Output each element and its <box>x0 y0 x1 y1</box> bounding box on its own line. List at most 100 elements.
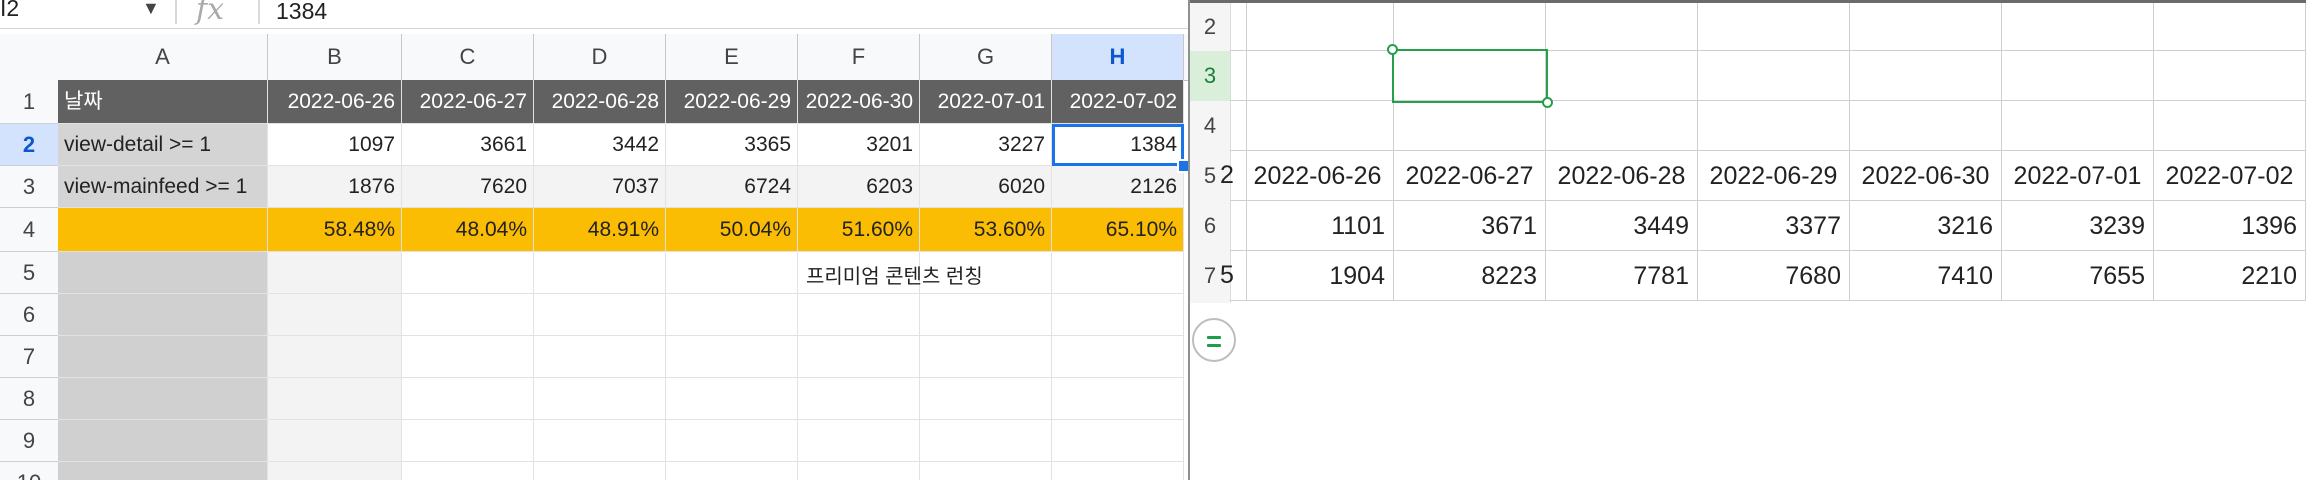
column-header-d[interactable]: D <box>534 34 666 80</box>
empty-cell[interactable] <box>268 462 402 480</box>
column-header-c[interactable]: C <box>402 34 534 80</box>
date-header-cell[interactable]: 2022-06-29 <box>1698 151 1850 201</box>
empty-cell[interactable] <box>666 462 798 480</box>
empty-cell[interactable] <box>2154 51 2306 101</box>
value-cell[interactable]: 1396 <box>2154 201 2306 251</box>
band-cell[interactable] <box>58 208 268 252</box>
date-header-cell[interactable]: 2022-06-28 <box>1546 151 1698 201</box>
empty-cell[interactable] <box>402 252 534 294</box>
row-header-3[interactable]: 3 <box>1190 51 1230 101</box>
empty-cell[interactable] <box>58 336 268 378</box>
value-cell[interactable]: 7620 <box>402 166 534 208</box>
value-cell[interactable]: 1097 <box>268 124 402 166</box>
date-header-cell[interactable]: 2022-06-29 <box>666 80 798 124</box>
empty-cell[interactable] <box>58 294 268 336</box>
date-header-cell[interactable]: 2022-06-27 <box>402 80 534 124</box>
row-header-4[interactable]: 4 <box>0 208 58 252</box>
empty-cell[interactable] <box>1052 336 1184 378</box>
row-header-7[interactable]: 7 <box>0 336 58 378</box>
empty-cell[interactable] <box>920 420 1052 462</box>
empty-cell[interactable] <box>666 336 798 378</box>
value-cell[interactable]: 3377 <box>1698 201 1850 251</box>
fill-handle[interactable] <box>1177 159 1188 173</box>
percent-cell[interactable]: 53.60% <box>920 208 1052 252</box>
date-header-cell[interactable]: 2022-06-26 <box>268 80 402 124</box>
empty-cell[interactable] <box>534 252 666 294</box>
empty-cell[interactable] <box>2154 3 2306 51</box>
value-cell[interactable]: 2126 <box>1052 166 1184 208</box>
empty-cell[interactable] <box>2154 101 2306 151</box>
empty-cell[interactable] <box>1242 51 1394 101</box>
value-cell[interactable]: 6724 <box>666 166 798 208</box>
empty-cell[interactable] <box>666 252 798 294</box>
value-cell[interactable]: 3201 <box>798 124 920 166</box>
value-cell[interactable]: 6203 <box>798 166 920 208</box>
empty-cell[interactable] <box>920 378 1052 420</box>
empty-cell[interactable] <box>402 462 534 480</box>
equals-icon[interactable] <box>1192 318 1236 362</box>
row-header-4[interactable]: 4 <box>1190 101 1230 151</box>
date-header-cell[interactable]: 2022-06-27 <box>1394 151 1546 201</box>
value-cell[interactable]: 3449 <box>1546 201 1698 251</box>
value-cell[interactable]: 3216 <box>1850 201 2002 251</box>
empty-cell[interactable] <box>2002 51 2154 101</box>
value-cell[interactable]: 1876 <box>268 166 402 208</box>
empty-cell[interactable] <box>1394 101 1546 151</box>
empty-cell[interactable] <box>1052 252 1184 294</box>
empty-cell[interactable] <box>1850 3 2002 51</box>
empty-cell[interactable] <box>798 378 920 420</box>
row-header-2[interactable]: 2 <box>0 124 58 166</box>
percent-cell[interactable]: 48.91% <box>534 208 666 252</box>
empty-cell[interactable] <box>58 420 268 462</box>
name-box[interactable]: I2 ▼ <box>0 0 160 28</box>
empty-cell[interactable] <box>1052 294 1184 336</box>
column-header-a[interactable]: A <box>58 34 268 80</box>
empty-cell[interactable] <box>1394 3 1546 51</box>
date-header-cell[interactable]: 2022-06-30 <box>1850 151 2002 201</box>
value-cell[interactable]: 3227 <box>920 124 1052 166</box>
empty-cell[interactable] <box>58 462 268 480</box>
empty-cell[interactable] <box>534 420 666 462</box>
empty-cell[interactable] <box>534 336 666 378</box>
row-header-8[interactable]: 8 <box>0 378 58 420</box>
empty-cell[interactable] <box>58 378 268 420</box>
column-header-h[interactable]: H <box>1052 34 1184 80</box>
empty-cell[interactable] <box>666 378 798 420</box>
column-header-e[interactable]: E <box>666 34 798 80</box>
cell-grid[interactable]: 2022-06-26 2022-06-27 2022-06-28 2022-06-29… <box>1220 3 2306 303</box>
value-cell[interactable]: 3671 <box>1394 201 1546 251</box>
empty-cell[interactable] <box>268 252 402 294</box>
cell-grid[interactable]: 날짜 2022-06-26 2022-06-27 2022-06-28 2022-06-… <box>58 80 1188 480</box>
header-label-cell[interactable]: 날짜 <box>58 80 268 124</box>
empty-cell[interactable] <box>58 252 268 294</box>
empty-cell[interactable] <box>534 378 666 420</box>
empty-cell[interactable] <box>268 378 402 420</box>
row-label-cell[interactable]: view-detail >= 1 <box>58 124 268 166</box>
date-header-cell[interactable]: 2022-07-01 <box>920 80 1052 124</box>
date-header-cell[interactable]: 2022-07-02 <box>2154 151 2306 201</box>
empty-cell[interactable] <box>1242 3 1394 51</box>
empty-cell[interactable] <box>798 420 920 462</box>
row-header-1[interactable]: 1 <box>0 80 58 124</box>
empty-cell[interactable] <box>268 336 402 378</box>
empty-cell[interactable] <box>1052 420 1184 462</box>
percent-cell[interactable]: 65.10% <box>1052 208 1184 252</box>
value-cell[interactable]: 1101 <box>1242 201 1394 251</box>
row-header-5[interactable]: 5 <box>0 252 58 294</box>
row-header-2[interactable]: 2 <box>1190 3 1230 51</box>
row-header-6[interactable]: 6 <box>1190 201 1230 251</box>
empty-cell[interactable] <box>1242 101 1394 151</box>
date-header-cell[interactable]: 2022-06-30 <box>798 80 920 124</box>
value-cell[interactable]: 7781 <box>1546 251 1698 301</box>
percent-cell[interactable]: 58.48% <box>268 208 402 252</box>
empty-cell[interactable] <box>402 336 534 378</box>
empty-cell[interactable] <box>1698 101 1850 151</box>
empty-cell[interactable] <box>920 294 1052 336</box>
percent-cell[interactable]: 51.60% <box>798 208 920 252</box>
empty-cell[interactable] <box>2002 3 2154 51</box>
empty-cell[interactable] <box>798 294 920 336</box>
column-header-g[interactable]: G <box>920 34 1052 80</box>
selection-handle-bottom-right[interactable] <box>1542 97 1553 108</box>
empty-cell[interactable] <box>1850 101 2002 151</box>
empty-cell[interactable] <box>666 294 798 336</box>
